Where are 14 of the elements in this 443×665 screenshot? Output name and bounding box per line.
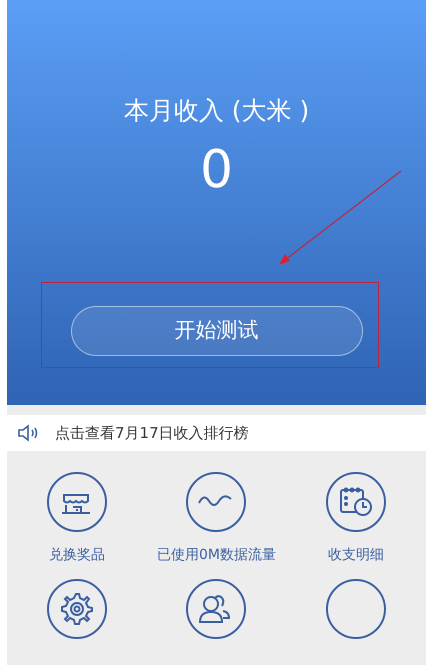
settings-icon[interactable] [46,578,108,640]
menu-label[interactable]: 兑换奖品 [48,545,105,566]
people-icon[interactable] [185,578,248,640]
start-test-button[interactable]: 开始测试 [70,306,362,356]
menu-label[interactable]: 已使用0M数据流量 [156,545,276,566]
calendar-clock-icon[interactable] [325,471,388,533]
notice-bar[interactable]: 点击查看7月17日收入排行榜 [7,415,426,451]
income-title: 本月收入 (大米 ) [124,95,310,127]
menu-label[interactable]: 收支明细 [328,545,384,566]
store-icon[interactable] [46,471,108,533]
income-amount: 0 [200,144,234,196]
circle-icon[interactable] [325,578,388,640]
notice-text: 点击查看7月17日收入排行榜 [55,422,249,444]
wave-icon[interactable] [185,471,248,533]
